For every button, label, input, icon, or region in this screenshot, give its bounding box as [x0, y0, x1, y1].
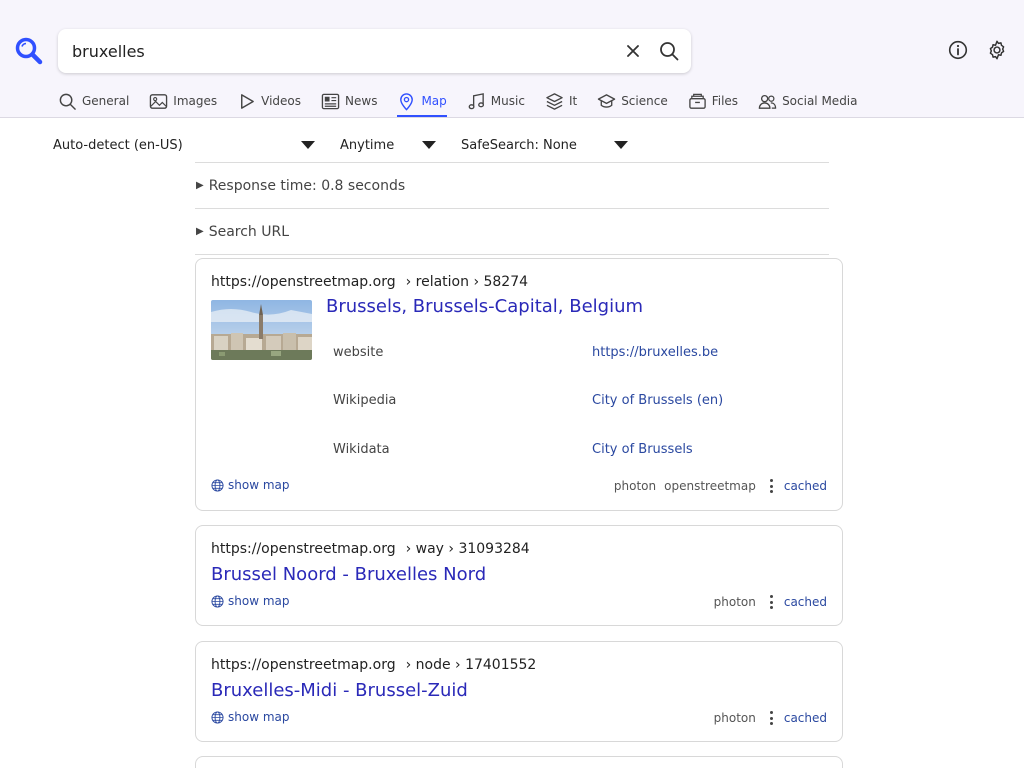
tab-label: Files — [711, 94, 739, 108]
globe-icon — [211, 710, 224, 724]
result-url[interactable]: https://openstreetmap.org › relation › 58… — [211, 274, 528, 290]
tab-label: Map — [421, 94, 447, 108]
response-time-label: Response time: 0.8 seconds — [208, 177, 406, 194]
tab-label: Social Media — [782, 94, 858, 108]
search-icon[interactable] — [658, 40, 680, 62]
search-url-details[interactable]: ▶ Search URL — [195, 209, 829, 255]
globe-icon — [211, 594, 224, 608]
tab-label: It — [568, 94, 578, 108]
tab-social-media[interactable]: Social Media — [758, 89, 858, 117]
chevron-down-icon — [301, 141, 315, 149]
info-icon[interactable] — [948, 40, 968, 60]
result-engines: photon cached — [706, 711, 827, 725]
result-url[interactable]: https://openstreetmap.org › node › 174015… — [211, 657, 536, 673]
graduation-cap-icon — [597, 94, 616, 108]
tab-map[interactable]: Map — [397, 89, 448, 117]
chevron-down-icon — [614, 141, 628, 149]
tab-files[interactable]: Files — [688, 89, 738, 117]
engine-name: openstreetmap — [664, 479, 756, 493]
header: General Images Videos News Map Music It — [0, 0, 1024, 118]
result-title[interactable]: Brussels, Brussels-Capital, Belgium — [326, 296, 643, 317]
image-icon — [150, 94, 168, 109]
attribute-label: Wikipedia — [333, 393, 397, 408]
tab-label: General — [82, 94, 130, 108]
tab-videos[interactable]: Videos — [237, 89, 301, 117]
result-url-path: › node › 17401552 — [405, 657, 537, 673]
result-thumbnail[interactable] — [211, 300, 312, 360]
language-select-value: Auto-detect (en-US) — [53, 137, 183, 153]
attribute-link[interactable]: https://bruxelles.be — [592, 345, 718, 360]
more-options-icon[interactable] — [770, 479, 774, 493]
music-note-icon — [468, 93, 484, 110]
result-card — [195, 756, 843, 768]
map-pin-icon — [400, 93, 414, 111]
tab-general[interactable]: General — [58, 89, 129, 117]
result-card: https://openstreetmap.org › node › 174015… — [195, 641, 843, 742]
result-title[interactable]: Bruxelles-Midi - Brussel-Zuid — [211, 680, 468, 701]
search-input[interactable] — [72, 29, 602, 73]
search-url-label: Search URL — [208, 223, 290, 240]
clear-icon[interactable] — [623, 41, 643, 61]
category-tabs: General Images Videos News Map Music It — [58, 89, 878, 117]
tab-news[interactable]: News — [321, 89, 377, 117]
attribute-link[interactable]: City of Brussels (en) — [592, 393, 723, 408]
result-url-host: https://openstreetmap.org — [211, 541, 396, 557]
result-url-host: https://openstreetmap.org — [211, 274, 396, 290]
people-icon — [758, 94, 777, 109]
tab-science[interactable]: Science — [597, 89, 668, 117]
disclosure-triangle-icon: ▶ — [196, 226, 204, 237]
result-url[interactable]: https://openstreetmap.org › way › 3109328… — [211, 541, 530, 557]
search-logo-icon[interactable] — [14, 36, 44, 66]
safesearch-select-value: SafeSearch: None — [461, 137, 577, 153]
attribute-label: Wikidata — [333, 442, 390, 457]
cached-link[interactable]: cached — [784, 711, 827, 725]
tab-label: Images — [173, 94, 218, 108]
result-url-path: › relation › 58274 — [405, 274, 529, 290]
show-map-label: show map — [228, 478, 290, 492]
result-url-host: https://openstreetmap.org — [211, 657, 396, 673]
engine-name: photon — [713, 711, 756, 725]
more-options-icon[interactable] — [770, 595, 774, 609]
safesearch-select[interactable]: SafeSearch: None — [461, 135, 628, 155]
result-card: https://openstreetmap.org › way › 3109328… — [195, 525, 843, 626]
tab-label: Videos — [261, 94, 302, 108]
result-title[interactable]: Brussel Noord - Bruxelles Nord — [211, 564, 486, 585]
tab-music[interactable]: Music — [467, 89, 525, 117]
cached-link[interactable]: cached — [784, 595, 827, 609]
time-range-select[interactable]: Anytime — [340, 135, 436, 155]
result-engines: photon openstreetmap cached — [606, 479, 827, 493]
search-icon — [59, 93, 76, 110]
tab-label: News — [345, 94, 378, 108]
result-url-path: › way › 31093284 — [405, 541, 530, 557]
engine-name: photon — [713, 595, 756, 609]
more-options-icon[interactable] — [770, 711, 774, 725]
tab-label: Science — [621, 94, 668, 108]
show-map-link[interactable]: show map — [211, 710, 290, 724]
gear-icon[interactable] — [986, 39, 1008, 61]
tab-label: Music — [490, 94, 525, 108]
show-map-link[interactable]: show map — [211, 478, 290, 492]
chevron-down-icon — [422, 141, 436, 149]
cached-link[interactable]: cached — [784, 479, 827, 493]
response-time-details[interactable]: ▶ Response time: 0.8 seconds — [195, 162, 829, 209]
archive-icon — [688, 93, 706, 109]
show-map-label: show map — [228, 710, 290, 724]
show-map-label: show map — [228, 594, 290, 608]
disclosure-triangle-icon: ▶ — [196, 180, 204, 191]
layers-icon — [546, 93, 563, 110]
newspaper-icon — [321, 93, 340, 110]
globe-icon — [211, 478, 224, 492]
tab-it[interactable]: It — [545, 89, 577, 117]
language-select[interactable]: Auto-detect (en-US) — [53, 135, 315, 155]
result-card: https://openstreetmap.org › relation › 58… — [195, 258, 843, 511]
time-range-select-value: Anytime — [340, 137, 395, 153]
engine-name: photon — [613, 479, 657, 493]
attribute-label: website — [333, 345, 384, 360]
show-map-link[interactable]: show map — [211, 594, 290, 608]
play-icon — [241, 94, 255, 109]
search-box — [58, 29, 691, 73]
attribute-link[interactable]: City of Brussels — [592, 442, 693, 457]
tab-images[interactable]: Images — [149, 89, 217, 117]
result-engines: photon cached — [706, 595, 827, 609]
